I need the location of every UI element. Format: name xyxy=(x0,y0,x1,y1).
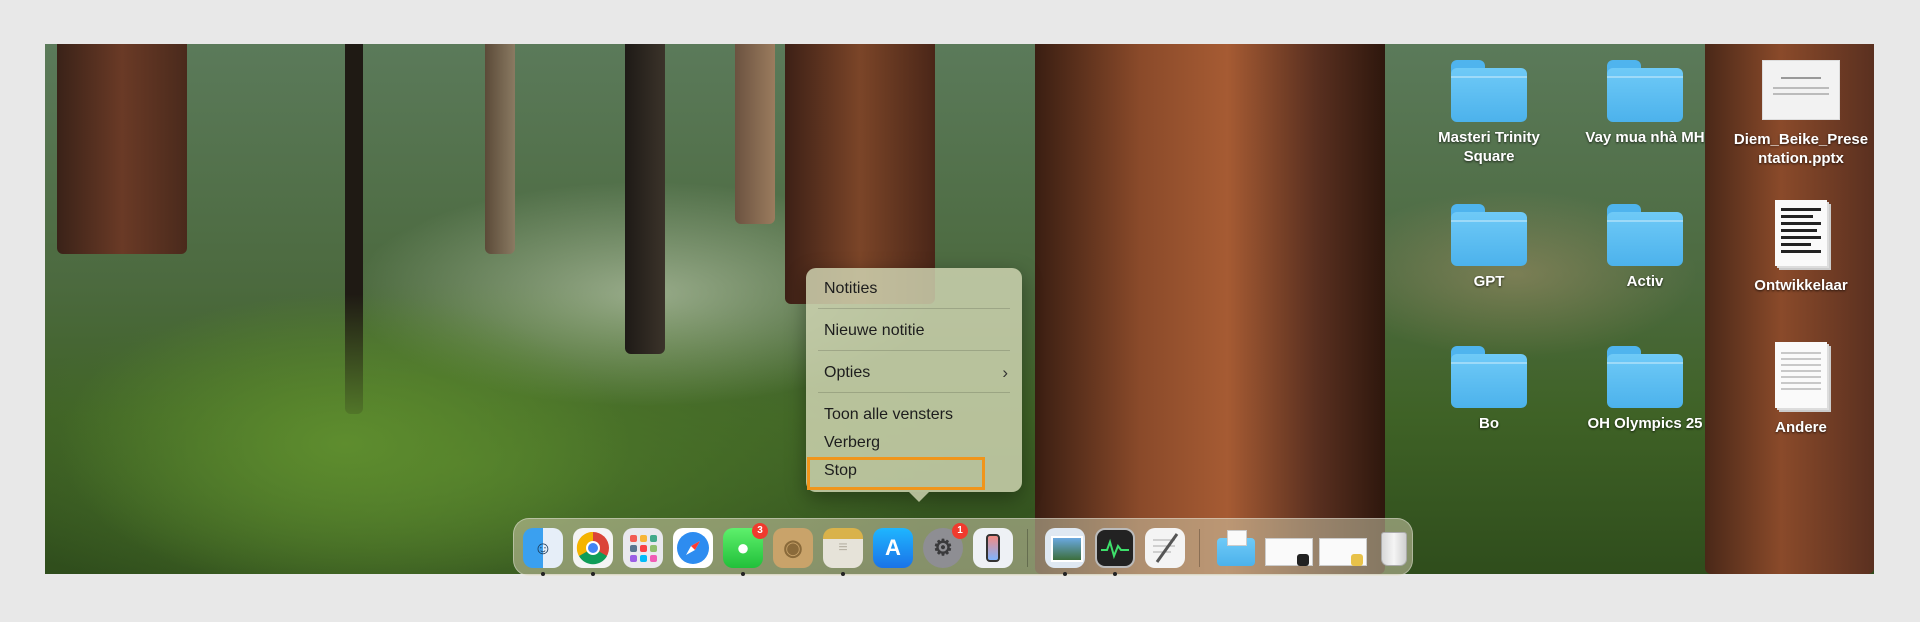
app-badge-icon xyxy=(1297,554,1309,566)
desktop-folder-oh-olympics[interactable]: OH Olympics 25 xyxy=(1570,346,1720,433)
app-badge-icon xyxy=(1351,554,1363,566)
dock-minimized-window-2[interactable] xyxy=(1319,528,1367,568)
desktop-icon-label: Andere xyxy=(1775,419,1827,436)
textedit-icon xyxy=(1153,533,1179,563)
desktop-icon-label: OH Olympics 25 xyxy=(1587,415,1703,432)
dock-separator xyxy=(1027,529,1028,567)
quit-highlight-box xyxy=(807,457,985,490)
dock-chrome[interactable] xyxy=(573,528,613,568)
desktop-icon-label: Masteri Trinity Square xyxy=(1438,129,1540,165)
dock-launchpad[interactable] xyxy=(623,528,663,568)
menu-separator xyxy=(818,308,1010,309)
notes-icon: ≡ xyxy=(838,539,848,556)
desktop-folder-activ[interactable]: Activ xyxy=(1570,204,1720,291)
dock-textedit[interactable] xyxy=(1145,528,1185,568)
menu-item-new-note[interactable]: Nieuwe notitie xyxy=(824,320,1008,342)
dock-notes[interactable]: ≡ xyxy=(823,528,863,568)
running-indicator xyxy=(591,572,595,576)
wallpaper-tree xyxy=(485,44,515,254)
notification-badge: 1 xyxy=(952,523,968,539)
menu-item-hide[interactable]: Verberg xyxy=(824,432,1008,454)
desktop-folder-bo[interactable]: Bo xyxy=(1414,346,1564,433)
desktop-icon-label: Ontwikkelaar xyxy=(1754,277,1848,294)
desktop-icon-label: Vay mua nhà MH xyxy=(1585,129,1705,146)
running-indicator xyxy=(1063,572,1067,576)
document-icon xyxy=(1227,530,1247,546)
launchpad-icon xyxy=(630,535,657,562)
desktop-icon-label: Bo xyxy=(1479,415,1499,432)
wallpaper-tree xyxy=(1035,44,1385,574)
menu-item-show-all-windows[interactable]: Toon alle vensters xyxy=(824,404,1008,426)
notification-badge: 3 xyxy=(752,523,768,539)
menu-separator xyxy=(818,350,1010,351)
dock-activity-monitor[interactable] xyxy=(1095,528,1135,568)
wallpaper-tree xyxy=(735,44,775,224)
folder-icon xyxy=(1607,204,1683,266)
menu-item-options[interactable]: Opties › xyxy=(824,362,1008,384)
dock-finder[interactable]: ☺ xyxy=(523,528,563,568)
chevron-right-icon: › xyxy=(1002,363,1008,382)
iphone-mirroring-icon xyxy=(986,534,1000,562)
chrome-icon xyxy=(576,531,609,565)
desktop-icon-label: Activ xyxy=(1626,273,1664,290)
menu-item-options-label: Opties xyxy=(824,364,871,381)
wallpaper-tree xyxy=(785,44,935,304)
document-icon xyxy=(1762,60,1840,120)
document-icon xyxy=(1775,342,1827,408)
dock-app-store[interactable]: A xyxy=(873,528,913,568)
activity-monitor-icon xyxy=(1101,538,1129,560)
desktop-file-pptx[interactable]: Diem_Beike_Prese ntation.pptx xyxy=(1726,60,1874,168)
desktop-file-ontwikkelaar[interactable]: Ontwikkelaar xyxy=(1726,200,1874,295)
folder-icon xyxy=(1607,346,1683,408)
desktop-folder-masteri[interactable]: Masteri Trinity Square xyxy=(1414,60,1564,166)
dock-messages[interactable]: ● 3 xyxy=(723,523,768,568)
running-indicator xyxy=(1113,572,1117,576)
dock-preview[interactable] xyxy=(1045,528,1085,568)
folder-icon xyxy=(1451,60,1527,122)
folder-icon xyxy=(1451,346,1527,408)
preview-icon xyxy=(1051,536,1083,562)
dock-minimized-window-1[interactable] xyxy=(1265,528,1313,568)
dock-safari[interactable] xyxy=(673,528,713,568)
running-indicator xyxy=(741,572,745,576)
app-store-icon: A xyxy=(885,535,901,560)
contacts-icon: ◉ xyxy=(783,535,803,560)
trash-icon xyxy=(1381,532,1407,566)
wallpaper-tree xyxy=(57,44,187,254)
desktop-icon-label: GPT xyxy=(1473,273,1505,290)
dock-system-settings[interactable]: ⚙ 1 xyxy=(923,523,968,568)
running-indicator xyxy=(841,572,845,576)
dock-trash[interactable] xyxy=(1373,528,1413,568)
menu-separator xyxy=(818,392,1010,393)
dock: ☺ ● 3 ◉ ≡ A ⚙ 1 xyxy=(513,518,1413,576)
folder-icon xyxy=(1451,204,1527,266)
folder-icon xyxy=(1607,60,1683,122)
desktop-icon-label: Diem_Beike_Prese ntation.pptx xyxy=(1733,131,1869,167)
dock-separator xyxy=(1199,529,1200,567)
running-indicator xyxy=(541,572,545,576)
desktop-folder-gpt[interactable]: GPT xyxy=(1414,204,1564,291)
document-icon xyxy=(1775,200,1827,266)
menu-item-app-name: Notities xyxy=(824,280,878,297)
desktop-folder-vay-mua[interactable]: Vay mua nhà MH xyxy=(1570,60,1720,147)
finder-icon: ☺ xyxy=(533,538,553,558)
safari-icon xyxy=(677,532,709,564)
dock-contacts[interactable]: ◉ xyxy=(773,528,813,568)
dock-iphone-mirroring[interactable] xyxy=(973,528,1013,568)
desktop-file-andere[interactable]: Andere xyxy=(1726,342,1874,437)
dock-downloads-folder[interactable] xyxy=(1215,528,1255,568)
